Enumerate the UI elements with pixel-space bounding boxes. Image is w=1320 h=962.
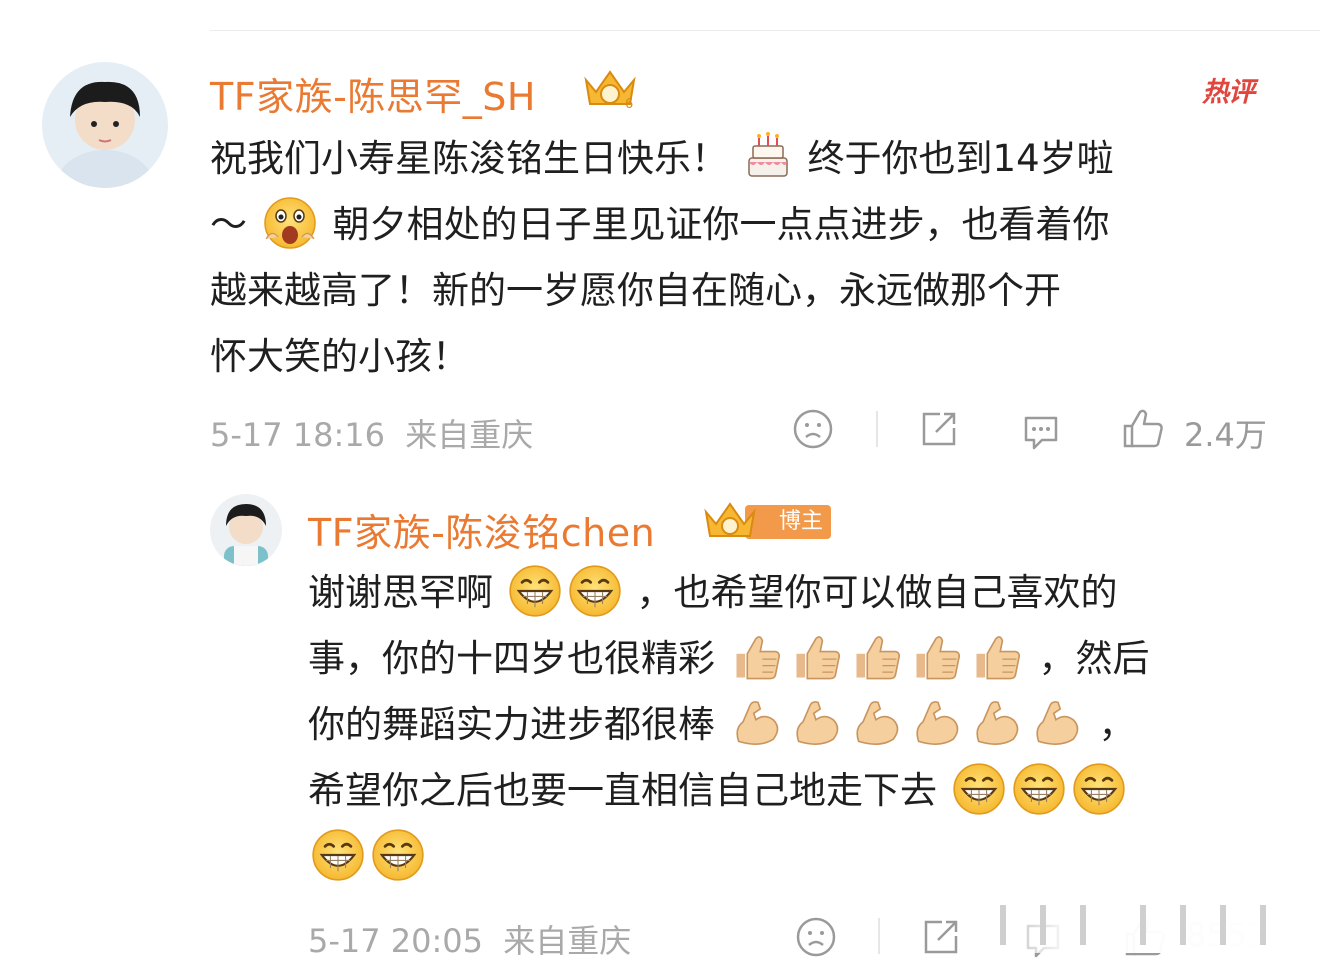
username[interactable]: TF家族-陈浚铭chen [308, 502, 655, 557]
crown-icon: 6 [584, 70, 636, 112]
divider [210, 30, 1320, 31]
comment-text-line-1b: 终于你也到14岁啦 [807, 137, 1114, 180]
comment-location: 来自重庆 [405, 416, 534, 454]
comment-time: 5-17 18:16 [210, 416, 386, 454]
comment-text-line-1a: 祝我们小寿星陈浚铭生日快乐！ [210, 137, 728, 180]
comment-icon[interactable] [1020, 410, 1062, 452]
crown-icon [704, 502, 756, 537]
watermark-bar [1140, 905, 1146, 945]
grin-icon [371, 828, 425, 882]
surprised-face-icon [264, 196, 316, 249]
comment-text-line-2a: ～ [210, 203, 247, 246]
reply-text: 谢谢思罕啊 ，也希望你可以做自己喜欢的 事，你的十四岁也很精彩 ，然后 你的舞蹈… [308, 560, 1150, 890]
avatar[interactable] [210, 494, 282, 566]
flexed-biceps-icon [970, 696, 1024, 750]
watermark-bar [1220, 905, 1226, 945]
thumbs-up-icon [730, 630, 784, 684]
reply-text-line-3a: 你的舞蹈实力进步都很棒 [308, 703, 715, 746]
flexed-biceps-icon [850, 696, 904, 750]
watermark-bar [1080, 905, 1086, 945]
grin-icon [568, 564, 622, 618]
divider [878, 918, 880, 954]
reply-location: 来自重庆 [503, 922, 632, 960]
grin-icon [311, 828, 365, 882]
svg-text:6: 6 [625, 97, 633, 112]
grin-icon [1072, 762, 1126, 816]
grin-icon [508, 564, 562, 618]
divider [876, 411, 878, 447]
avatar[interactable] [42, 62, 168, 188]
username[interactable]: TF家族-陈思罕_SH [210, 66, 536, 121]
dislike-face-icon[interactable] [795, 916, 837, 958]
dislike-face-icon[interactable] [792, 408, 834, 450]
comment-text: 祝我们小寿星陈浚铭生日快乐！ 终于你也到14岁啦 ～ 朝夕相处的日子里见证你一点… [210, 126, 1114, 390]
watermark-bar [1040, 905, 1046, 945]
flexed-biceps-icon [730, 696, 784, 750]
thumbs-up-icon [910, 630, 964, 684]
comment-meta: 5-17 18:16 来自重庆 [210, 410, 533, 456]
watermark-bar [1000, 905, 1006, 945]
reply-time: 5-17 20:05 [308, 922, 484, 960]
grin-icon [1012, 762, 1066, 816]
reply-text-line-1b: ，也希望你可以做自己喜欢的 [636, 571, 1118, 614]
like-count: 2.4万 [1184, 416, 1267, 454]
reply-text-line-2a: 事，你的十四岁也很精彩 [308, 637, 715, 680]
cake-icon [748, 131, 788, 177]
flexed-biceps-icon [1030, 696, 1084, 750]
reply-text-line-1a: 谢谢思罕啊 [308, 571, 493, 614]
reply-text-line-3b: ， [1098, 703, 1136, 746]
reply-text-line-4: 希望你之后也要一直相信自己地走下去 [308, 769, 937, 812]
comment-text-line-4: 怀大笑的小孩！ [210, 335, 469, 378]
thumbs-up-icon [790, 630, 844, 684]
hot-comment-badge: 热评 [1202, 77, 1255, 108]
thumbs-up-icon [850, 630, 904, 684]
share-icon[interactable] [920, 916, 962, 958]
flexed-biceps-icon [790, 696, 844, 750]
comment-text-line-3: 越来越高了！新的一岁愿你自在随心，永远做那个开 [210, 269, 1061, 312]
grin-icon [952, 762, 1006, 816]
comment-text-line-2b: 朝夕相处的日子里见证你一点点进步，也看着你 [332, 203, 1110, 246]
like-icon[interactable] [1120, 406, 1166, 452]
watermark-bar [1180, 905, 1186, 945]
reply-text-line-2b: ，然后 [1038, 637, 1150, 680]
reply-meta: 5-17 20:05 来自重庆 [308, 916, 631, 962]
watermark-bar [1260, 905, 1266, 945]
flexed-biceps-icon [910, 696, 964, 750]
thumbs-up-icon [970, 630, 1024, 684]
share-icon[interactable] [918, 408, 960, 450]
